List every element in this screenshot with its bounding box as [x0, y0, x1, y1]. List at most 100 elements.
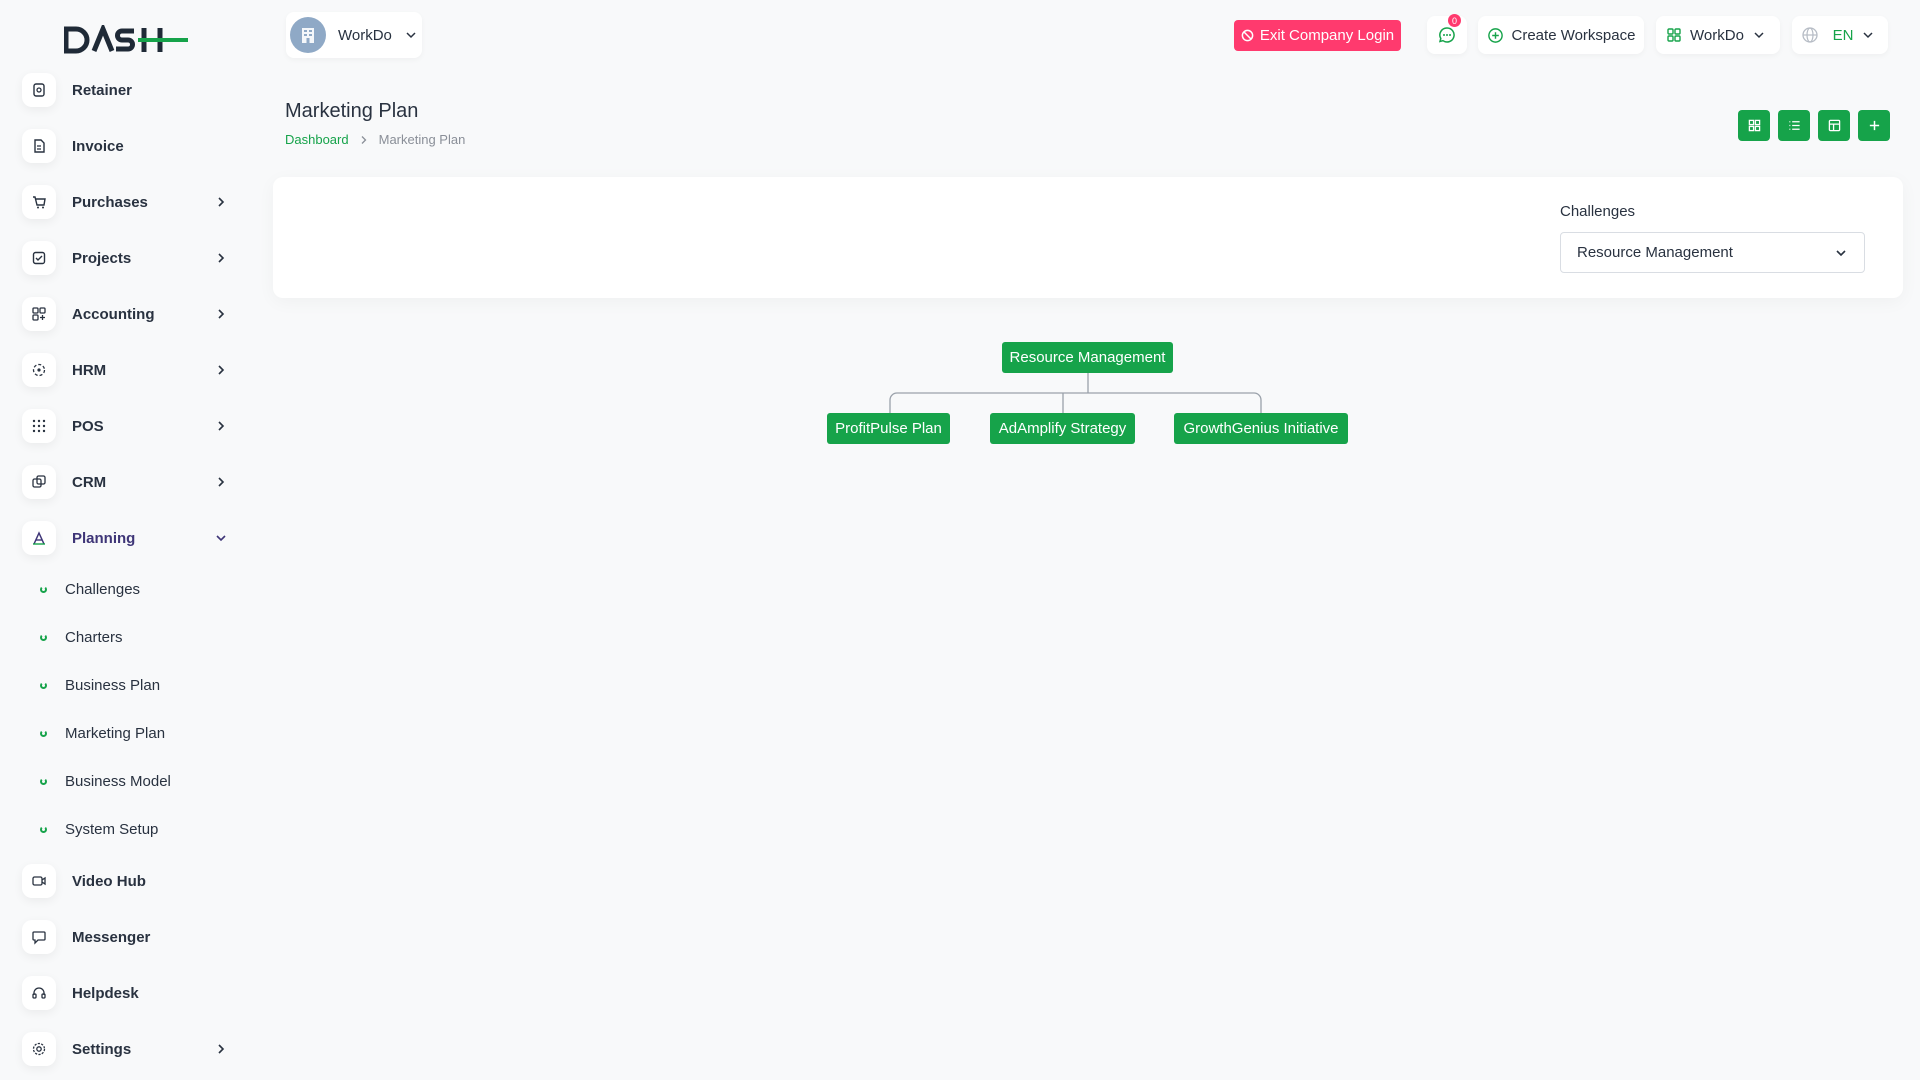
sidebar-item-projects[interactable]: Projects — [22, 238, 232, 278]
chevron-right-icon — [218, 309, 225, 319]
list-icon — [1788, 121, 1800, 130]
table-icon — [1828, 119, 1840, 132]
chevron-down-icon — [406, 32, 416, 39]
sidebar-subitem-marketing-plan[interactable]: Marketing Plan — [40, 718, 230, 748]
language-selector[interactable]: EN — [1792, 16, 1888, 54]
sidebar-item-label: Video Hub — [72, 872, 146, 890]
sidebar-item-settings[interactable]: Settings — [22, 1029, 232, 1069]
sidebar-item-label: POS — [72, 417, 104, 435]
sidebar-item-video-hub[interactable]: Video Hub — [22, 861, 232, 901]
list-view-button[interactable] — [1778, 110, 1810, 141]
org-tree: Resource Management ProfitPulse Plan AdA… — [0, 0, 1920, 1080]
sidebar-item-label: Invoice — [72, 137, 124, 155]
sidebar: Retainer Invoice Purchases Projects Acco… — [0, 0, 250, 1080]
bullet-icon — [40, 633, 47, 641]
tree-node-child[interactable]: GrowthGenius Initiative — [1174, 413, 1348, 444]
sidebar-item-pos[interactable]: POS — [22, 406, 232, 446]
chat-bubble-icon — [1438, 27, 1455, 43]
sidebar-subitem-challenges[interactable]: Challenges — [40, 574, 230, 604]
breadcrumb-current: Marketing Plan — [378, 132, 466, 147]
sidebar-item-accounting[interactable]: Accounting — [22, 294, 232, 334]
planning-icon — [22, 521, 56, 555]
sidebar-item-planning[interactable]: Planning — [22, 518, 232, 558]
grid-icon — [1748, 119, 1760, 132]
sidebar-subitem-label: Charters — [65, 628, 123, 646]
chevron-down-icon — [216, 535, 226, 542]
retainer-icon — [22, 73, 56, 107]
page-title: Marketing Plan — [285, 100, 419, 122]
exit-company-login-button[interactable]: Exit Company Login — [1234, 20, 1401, 51]
sidebar-item-purchases[interactable]: Purchases — [22, 182, 232, 222]
plus-circle-icon — [1487, 27, 1503, 43]
sidebar-item-label: HRM — [72, 361, 107, 379]
add-button[interactable] — [1858, 110, 1890, 141]
tree-node-root[interactable]: Resource Management — [1002, 342, 1173, 373]
sidebar-subitem-business-plan[interactable]: Business Plan — [40, 670, 230, 700]
workspace-avatar — [290, 17, 326, 53]
language-label: EN — [1832, 26, 1854, 44]
sidebar-subitem-label: Marketing Plan — [65, 724, 166, 742]
chevron-down-icon — [1836, 249, 1846, 256]
workspace-name: WorkDo — [338, 26, 392, 44]
grid-plus-icon — [22, 297, 56, 331]
chevron-down-icon — [1863, 32, 1873, 39]
breadcrumb: Dashboard Marketing Plan — [285, 132, 465, 147]
sidebar-subitem-charters[interactable]: Charters — [40, 622, 230, 652]
view-toggle-group — [1738, 110, 1890, 141]
chevron-right-icon — [218, 365, 225, 375]
sidebar-item-crm[interactable]: CRM — [22, 462, 232, 502]
sidebar-item-label: Retainer — [72, 81, 133, 99]
breadcrumb-dashboard-link[interactable]: Dashboard — [285, 132, 349, 147]
sidebar-item-label: Settings — [72, 1040, 132, 1058]
exit-company-login-label: Exit Company Login — [1259, 27, 1395, 44]
workspace-menu[interactable]: WorkDo — [1656, 16, 1780, 54]
headset-icon — [22, 976, 56, 1010]
sidebar-item-label: CRM — [72, 473, 107, 491]
sidebar-item-helpdesk[interactable]: Helpdesk — [22, 973, 232, 1013]
workspace-menu-label: WorkDo — [1690, 26, 1744, 44]
sidebar-subitem-system-setup[interactable]: System Setup — [40, 814, 230, 844]
bullet-icon — [40, 825, 47, 833]
sidebar-subitem-label: Business Plan — [65, 676, 161, 694]
dots-grid-icon — [22, 409, 56, 443]
sidebar-subitem-label: Challenges — [65, 580, 141, 598]
sidebar-subitem-business-model[interactable]: Business Model — [40, 766, 230, 796]
tree-node-child[interactable]: ProfitPulse Plan — [827, 413, 950, 444]
chevron-right-icon — [218, 1044, 225, 1054]
sidebar-item-retainer[interactable]: Retainer — [22, 70, 232, 110]
challenges-selected-value: Resource Management — [1577, 244, 1733, 261]
notifications-button[interactable]: 0 — [1427, 14, 1467, 54]
cart-icon — [22, 185, 56, 219]
tree-connectors — [889, 373, 1262, 413]
chevron-right-icon — [218, 477, 225, 487]
workspace-switcher[interactable]: WorkDo — [286, 12, 422, 58]
bullet-icon — [40, 681, 47, 689]
sidebar-item-hrm[interactable]: HRM — [22, 350, 232, 390]
sidebar-item-label: Projects — [72, 249, 132, 267]
challenges-select[interactable]: Resource Management — [1560, 232, 1865, 273]
sidebar-item-label: Helpdesk — [72, 984, 139, 1002]
video-icon — [22, 864, 56, 898]
crm-icon — [22, 465, 56, 499]
sidebar-subitem-label: Business Model — [65, 772, 171, 790]
sidebar-item-label: Purchases — [72, 193, 148, 211]
bullet-icon — [40, 585, 47, 593]
challenges-label: Challenges — [1560, 203, 1636, 220]
tree-node-child[interactable]: AdAmplify Strategy — [990, 413, 1135, 444]
building-icon — [302, 28, 314, 43]
sidebar-item-label: Accounting — [72, 305, 155, 323]
chat-icon — [22, 920, 56, 954]
sidebar-item-messenger[interactable]: Messenger — [22, 917, 232, 957]
sidebar-item-invoice[interactable]: Invoice — [22, 126, 232, 166]
bullet-icon — [40, 777, 47, 785]
chevron-right-icon — [218, 197, 225, 207]
apps-icon — [1667, 28, 1681, 42]
dash-logo[interactable] — [64, 22, 204, 58]
plus-icon — [1869, 120, 1879, 131]
chevron-right-icon — [218, 421, 225, 431]
grid-view-button[interactable] — [1738, 110, 1770, 141]
chevron-right-icon — [218, 253, 225, 263]
sidebar-subitem-label: System Setup — [65, 820, 159, 838]
create-workspace-button[interactable]: Create Workspace — [1478, 16, 1644, 54]
table-view-button[interactable] — [1818, 110, 1850, 141]
